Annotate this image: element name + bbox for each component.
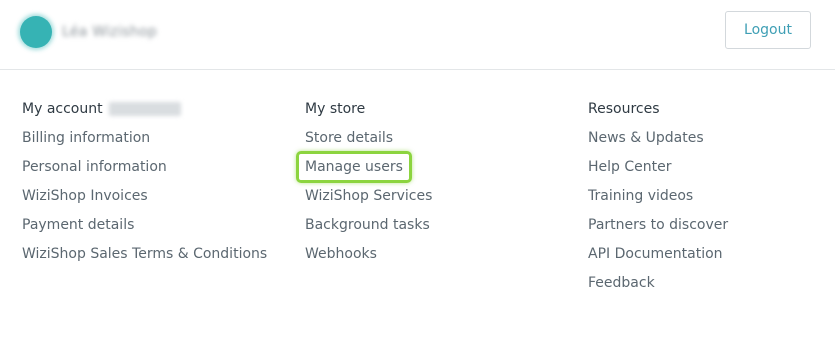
account-menu-page: Léa Wizishop Logout My account Billing i… bbox=[0, 0, 835, 346]
header-bar: Léa Wizishop Logout bbox=[0, 0, 835, 70]
link-label: Training videos bbox=[588, 188, 694, 204]
link-personal-information[interactable]: Personal information bbox=[22, 158, 267, 187]
link-label-highlighted: Manage users bbox=[296, 151, 412, 183]
user-profile[interactable]: Léa Wizishop bbox=[20, 16, 157, 48]
link-label: Feedback bbox=[588, 275, 655, 291]
link-label: News & Updates bbox=[588, 130, 704, 146]
resources-column: Resources News & Updates Help Center Tra… bbox=[588, 100, 728, 303]
link-label: Background tasks bbox=[305, 217, 430, 233]
my-account-links: Billing information Personal information… bbox=[22, 129, 267, 274]
avatar[interactable] bbox=[20, 16, 52, 48]
link-label: Store details bbox=[305, 130, 394, 146]
my-store-links: Store details Manage users WiziShop Serv… bbox=[296, 129, 432, 274]
link-label: WiziShop Services bbox=[305, 188, 433, 204]
link-payment-details[interactable]: Payment details bbox=[22, 216, 267, 245]
link-wizishop-invoices[interactable]: WiziShop Invoices bbox=[22, 187, 267, 216]
my-store-heading: My store bbox=[305, 100, 432, 118]
link-label: Payment details bbox=[22, 217, 135, 233]
link-label: Partners to discover bbox=[588, 217, 729, 233]
user-name: Léa Wizishop bbox=[62, 24, 158, 40]
resources-title: Resources bbox=[588, 101, 660, 117]
link-help-center[interactable]: Help Center bbox=[588, 158, 728, 187]
link-billing-information[interactable]: Billing information bbox=[22, 129, 267, 158]
my-account-heading: My account bbox=[22, 100, 267, 118]
link-label: Billing information bbox=[22, 130, 151, 146]
link-sales-terms[interactable]: WiziShop Sales Terms & Conditions bbox=[22, 245, 267, 274]
link-training-videos[interactable]: Training videos bbox=[588, 187, 728, 216]
link-label: Webhooks bbox=[305, 246, 377, 262]
link-label: WiziShop Invoices bbox=[22, 188, 148, 204]
resources-heading: Resources bbox=[588, 100, 728, 118]
link-store-details[interactable]: Store details bbox=[305, 129, 432, 158]
link-label: Help Center bbox=[588, 159, 672, 175]
link-news-updates[interactable]: News & Updates bbox=[588, 129, 728, 158]
link-label: API Documentation bbox=[588, 246, 723, 262]
link-webhooks[interactable]: Webhooks bbox=[305, 245, 432, 274]
resources-links: News & Updates Help Center Training vide… bbox=[588, 129, 728, 303]
account-id-redacted bbox=[108, 102, 181, 116]
link-api-documentation[interactable]: API Documentation bbox=[588, 245, 728, 274]
my-store-column: My store Store details Manage users Wizi… bbox=[296, 100, 432, 274]
link-partners-to-discover[interactable]: Partners to discover bbox=[588, 216, 728, 245]
link-manage-users[interactable]: Manage users bbox=[296, 151, 432, 187]
link-wizishop-services[interactable]: WiziShop Services bbox=[305, 187, 432, 216]
my-store-title: My store bbox=[305, 101, 366, 117]
link-background-tasks[interactable]: Background tasks bbox=[305, 216, 432, 245]
logout-button[interactable]: Logout bbox=[725, 11, 811, 49]
my-account-column: My account Billing information Personal … bbox=[22, 100, 267, 274]
link-label: Personal information bbox=[22, 159, 167, 175]
link-feedback[interactable]: Feedback bbox=[588, 274, 728, 303]
link-label: WiziShop Sales Terms & Conditions bbox=[22, 246, 268, 262]
my-account-title: My account bbox=[22, 101, 103, 117]
